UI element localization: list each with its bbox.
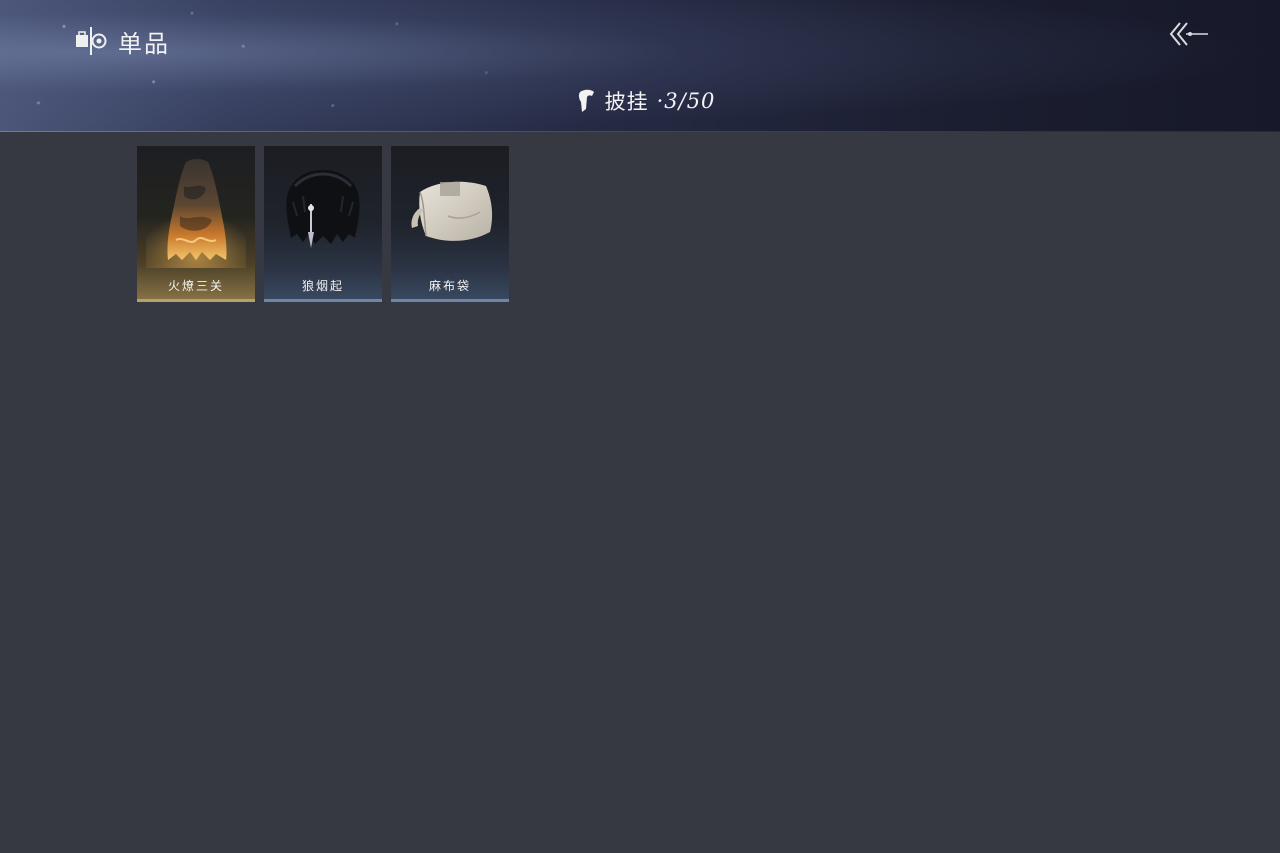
header-bar: 单品 披挂 ·3/50 [0, 0, 1280, 132]
cape-icon [578, 89, 594, 112]
item-card[interactable]: 狼烟起 [264, 146, 382, 302]
item-name: 狼烟起 [301, 279, 344, 293]
item-name: 火燎三关 [167, 279, 224, 293]
item-card[interactable]: 麻布袋 [391, 146, 509, 302]
section-label: 单品 [118, 29, 170, 58]
rarity-bar [137, 299, 255, 302]
linen-sack-icon [411, 181, 493, 241]
rarity-bar [391, 299, 509, 302]
category-label: 披挂 [604, 90, 649, 114]
header-divider [0, 131, 1280, 132]
item-name: 麻布袋 [428, 279, 471, 293]
item-card[interactable]: 火燎三关 [137, 146, 255, 302]
category-title: 披挂 ·3/50 [0, 84, 1280, 118]
item-grid: 火燎三关 狼烟起 麻布袋 [137, 146, 509, 302]
section-title: 单品 [74, 24, 170, 58]
category-count: ·3/50 [656, 89, 716, 113]
archive-icon [76, 27, 107, 55]
rarity-bar [264, 299, 382, 302]
fur-cape-icon [286, 170, 360, 248]
flame-cape-icon [146, 159, 246, 268]
double-chevron-back-icon[interactable] [1166, 18, 1212, 52]
inventory-page: 单品 披挂 ·3/50 火燎三关 狼烟起 麻布袋 [0, 0, 1280, 853]
